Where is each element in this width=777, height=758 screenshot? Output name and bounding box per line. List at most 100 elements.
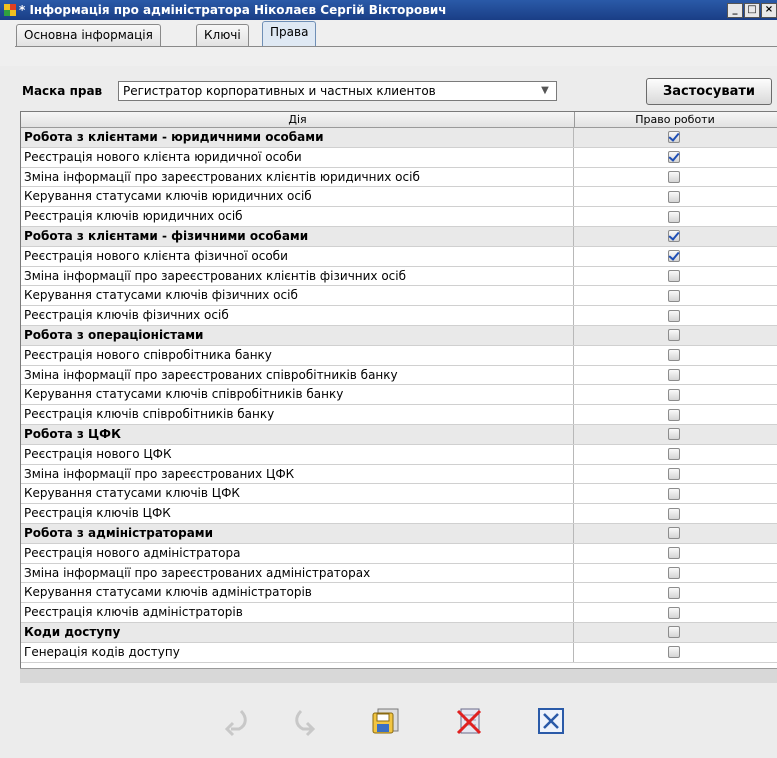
permission-checkbox[interactable] bbox=[668, 527, 680, 540]
action-cell: Зміна інформації про зареєстрованих кліє… bbox=[21, 167, 574, 187]
table-row[interactable]: Зміна інформації про зареєстрованих кліє… bbox=[21, 167, 777, 188]
tab-rights[interactable]: Права bbox=[262, 21, 317, 47]
permission-checkbox[interactable] bbox=[668, 467, 680, 480]
tab-keys[interactable]: Ключі bbox=[196, 24, 249, 46]
table-row[interactable]: Керування статусами ключів адміністратор… bbox=[21, 583, 777, 604]
permission-checkbox[interactable] bbox=[668, 329, 680, 342]
undo-icon bbox=[295, 709, 316, 737]
right-cell bbox=[574, 623, 774, 642]
undo-button[interactable] bbox=[286, 704, 320, 738]
maximize-icon[interactable]: □ bbox=[744, 3, 760, 18]
chevron-down-icon[interactable]: ▼ bbox=[536, 84, 554, 98]
table-group-row[interactable]: Робота з клієнтами - юридичними особами bbox=[21, 128, 777, 148]
permission-checkbox[interactable] bbox=[668, 566, 680, 579]
action-cell: Зміна інформації про зареєстрованих спів… bbox=[21, 365, 574, 385]
permission-checkbox[interactable] bbox=[668, 170, 680, 183]
permission-checkbox[interactable] bbox=[668, 408, 680, 421]
permission-checkbox[interactable] bbox=[668, 151, 680, 164]
permission-checkbox[interactable] bbox=[668, 309, 680, 322]
table-row[interactable]: Генерація кодів доступу bbox=[21, 642, 777, 663]
action-cell: Керування статусами ключів ЦФК bbox=[21, 484, 574, 504]
close-button[interactable] bbox=[534, 704, 568, 738]
permission-checkbox[interactable] bbox=[668, 586, 680, 599]
table-row[interactable]: Реєстрація нового ЦФК bbox=[21, 444, 777, 465]
table-row[interactable]: Зміна інформації про зареєстрованих спів… bbox=[21, 365, 777, 386]
horizontal-scrollbar[interactable] bbox=[20, 668, 777, 683]
table-group-row[interactable]: Робота з клієнтами - фізичними особами bbox=[21, 226, 777, 247]
permission-checkbox[interactable] bbox=[668, 349, 680, 362]
permission-checkbox[interactable] bbox=[668, 448, 680, 461]
minimize-icon[interactable]: _ bbox=[727, 3, 743, 18]
table-group-row[interactable]: Робота з операціоністами bbox=[21, 325, 777, 346]
permission-checkbox[interactable] bbox=[668, 368, 680, 381]
close-window-icon[interactable]: × bbox=[761, 3, 777, 18]
table-row[interactable]: Реєстрація ключів ЦФК bbox=[21, 504, 777, 524]
permission-checkbox[interactable] bbox=[668, 269, 680, 282]
table-row[interactable]: Реєстрація нового клієнта юридичної особ… bbox=[21, 147, 777, 168]
right-cell bbox=[574, 227, 774, 246]
table-row[interactable]: Керування статусами ключів юридичних осі… bbox=[21, 187, 777, 208]
permission-checkbox[interactable] bbox=[668, 428, 680, 441]
window-title: * Інформація про адміністратора Ніколаєв… bbox=[19, 3, 447, 17]
permission-checkbox[interactable] bbox=[668, 388, 680, 401]
right-cell bbox=[574, 524, 774, 543]
delete-button[interactable] bbox=[452, 704, 486, 738]
table-row[interactable]: Керування статусами ключів фізичних осіб bbox=[21, 286, 777, 307]
action-cell: Реєстрація нового клієнта юридичної особ… bbox=[21, 147, 574, 167]
action-cell: Коди доступу bbox=[21, 622, 574, 642]
table-row[interactable]: Реєстрація нового адміністратора bbox=[21, 543, 777, 564]
permission-checkbox[interactable] bbox=[668, 646, 680, 659]
table-row[interactable]: Зміна інформації про зареєстрованих кліє… bbox=[21, 266, 777, 287]
right-cell bbox=[574, 366, 774, 385]
app-icon bbox=[4, 4, 16, 16]
column-header-action[interactable]: Дія bbox=[21, 112, 575, 127]
table-row[interactable]: Реєстрація ключів фізичних осіб bbox=[21, 306, 777, 326]
table-row[interactable]: Керування статусами ключів ЦФК bbox=[21, 484, 777, 505]
permission-checkbox[interactable] bbox=[668, 210, 680, 223]
right-cell bbox=[574, 445, 774, 464]
permission-checkbox[interactable] bbox=[668, 507, 680, 520]
permission-checkbox[interactable] bbox=[668, 547, 680, 560]
permission-checkbox[interactable] bbox=[668, 289, 680, 302]
right-cell bbox=[574, 603, 774, 622]
table-row[interactable]: Реєстрація ключів юридичних осіб bbox=[21, 207, 777, 227]
permission-checkbox[interactable] bbox=[668, 626, 680, 639]
mask-select[interactable]: Регистратор корпоративных и частных клие… bbox=[118, 81, 557, 101]
table-row[interactable]: Реєстрація ключів адміністраторів bbox=[21, 603, 777, 623]
action-cell: Реєстрація ключів ЦФК bbox=[21, 504, 574, 523]
action-cell: Генерація кодів доступу bbox=[21, 642, 574, 662]
table-row[interactable]: Реєстрація ключів співробітників банку bbox=[21, 405, 777, 425]
permission-checkbox[interactable] bbox=[668, 250, 680, 263]
action-cell: Керування статусами ключів співробітникі… bbox=[21, 385, 574, 405]
permission-checkbox[interactable] bbox=[668, 190, 680, 203]
apply-button[interactable]: Застосувати bbox=[646, 78, 772, 105]
action-cell: Зміна інформації про зареєстрованих ЦФК bbox=[21, 464, 574, 484]
mask-label: Маска прав bbox=[22, 84, 103, 98]
table-group-row[interactable]: Робота з адміністраторами bbox=[21, 523, 777, 544]
action-cell: Робота з ЦФК bbox=[21, 424, 574, 444]
action-cell: Реєстрація нового клієнта фізичної особи bbox=[21, 246, 574, 266]
right-cell bbox=[574, 148, 774, 167]
table-row[interactable]: Реєстрація нового клієнта фізичної особи bbox=[21, 246, 777, 267]
bottom-toolbar bbox=[0, 690, 777, 758]
action-cell: Зміна інформації про зареєстрованих кліє… bbox=[21, 266, 574, 286]
save-button[interactable] bbox=[368, 704, 402, 738]
table-row[interactable]: Реєстрація нового співробітника банку bbox=[21, 345, 777, 366]
permission-checkbox[interactable] bbox=[668, 606, 680, 619]
table-row[interactable]: Зміна інформації про зареєстрованих адмі… bbox=[21, 563, 777, 584]
table-row[interactable]: Керування статусами ключів співробітникі… bbox=[21, 385, 777, 406]
column-header-right[interactable]: Право роботи bbox=[575, 112, 775, 127]
right-cell bbox=[574, 583, 774, 602]
right-cell bbox=[574, 128, 774, 147]
action-cell: Реєстрація ключів адміністраторів bbox=[21, 603, 574, 622]
permission-checkbox[interactable] bbox=[668, 131, 680, 144]
permission-checkbox[interactable] bbox=[668, 230, 680, 243]
tab-basic-info[interactable]: Основна інформація bbox=[16, 24, 161, 46]
redo-button[interactable] bbox=[220, 704, 254, 738]
action-cell: Керування статусами ключів юридичних осі… bbox=[21, 187, 574, 207]
table-row[interactable]: Зміна інформації про зареєстрованих ЦФК bbox=[21, 464, 777, 485]
table-body: Робота з клієнтами - юридичними особами Р… bbox=[21, 128, 777, 663]
table-group-row[interactable]: Коди доступу bbox=[21, 622, 777, 643]
permission-checkbox[interactable] bbox=[668, 487, 680, 500]
table-group-row[interactable]: Робота з ЦФК bbox=[21, 424, 777, 445]
